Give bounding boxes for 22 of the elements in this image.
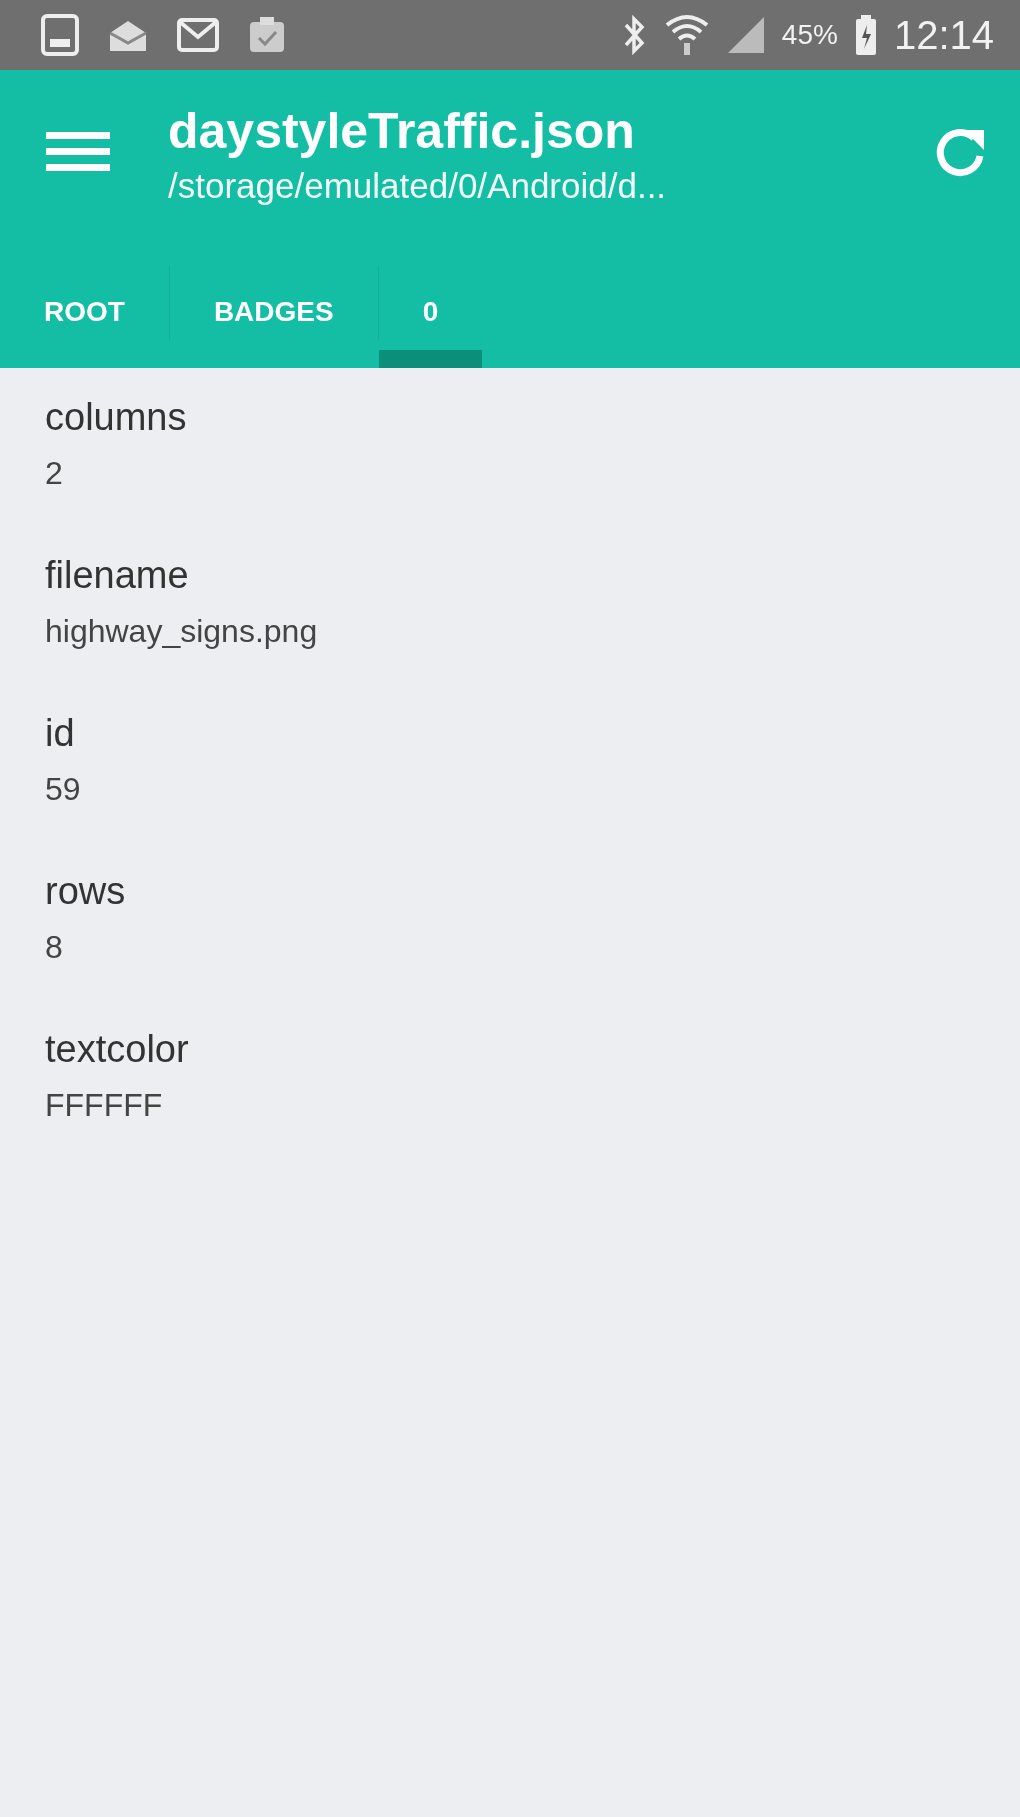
menu-icon[interactable]	[46, 130, 110, 174]
field-key: rows	[45, 870, 975, 913]
field-key: columns	[45, 396, 975, 439]
field-value: 8	[45, 929, 64, 966]
file-path: /storage/emulated/0/Android/d...	[168, 166, 668, 206]
field-value: 2	[45, 455, 64, 492]
field-key: textcolor	[45, 1028, 975, 1071]
tab[interactable]: BADGES	[169, 256, 378, 368]
field-key: filename	[45, 554, 975, 597]
wifi-icon	[663, 13, 710, 57]
tab[interactable]: 0	[378, 256, 483, 368]
mail-icon	[176, 17, 220, 53]
clock: 12:14	[893, 12, 994, 58]
file-title: daystyleTraffic.json	[168, 102, 636, 160]
field-value: highway_signs.png	[45, 613, 319, 650]
field-value: 59	[45, 771, 82, 808]
battery-icon	[853, 13, 878, 57]
battery-percent: 45%	[781, 19, 838, 51]
field-key: id	[45, 712, 975, 755]
photo-icon	[40, 13, 80, 57]
field-value: FFFFFF	[45, 1087, 164, 1124]
tab[interactable]: ROOT	[0, 256, 169, 368]
